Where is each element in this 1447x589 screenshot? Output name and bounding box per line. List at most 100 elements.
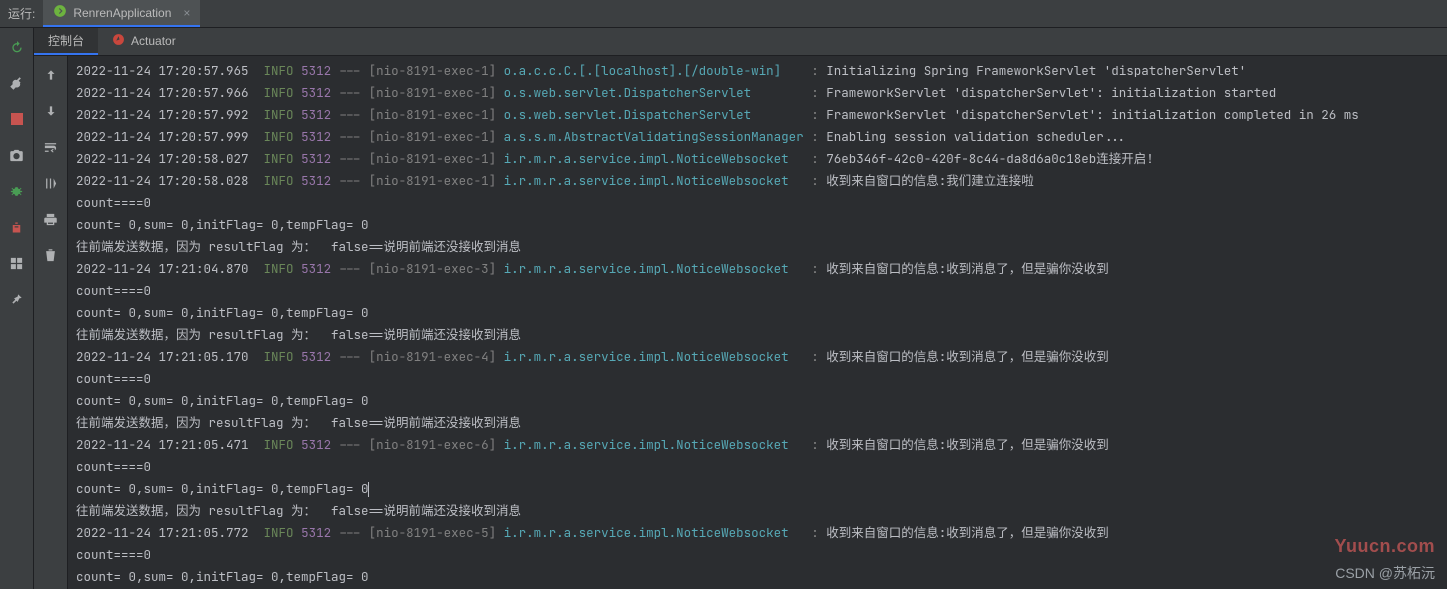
run-config-tab[interactable]: RenrenApplication × [43,0,200,27]
close-icon[interactable]: × [183,6,190,20]
clear-icon[interactable] [40,244,62,266]
log-timestamp: 2022-11-24 17:21:05.772 [76,524,249,541]
log-pid: 5312 [301,128,331,145]
log-logger: a.s.s.m.AbstractValidatingSessionManager [504,128,804,145]
log-line: 2022-11-24 17:21:05.471 INFO 5312 --- [n… [76,434,1439,456]
stdout-text: count====0 [76,370,151,387]
stdout-line: count====0 [76,544,1439,566]
tab-console-label: 控制台 [48,32,84,49]
log-timestamp: 2022-11-24 17:20:57.966 [76,84,249,101]
stop-button[interactable] [6,108,28,130]
log-message: FrameworkServlet 'dispatcherServlet': in… [826,106,1359,123]
stdout-text: count= 0,sum= 0,initFlag= 0,tempFlag= 0 [76,392,369,409]
log-separator: : [811,348,819,365]
tab-console[interactable]: 控制台 [34,28,98,55]
log-message: 收到来自窗口的信息:收到消息了，但是骗你没收到 [826,260,1109,277]
stdout-text: 往前端发送数据，因为 resultFlag 为： false==说明前端还没接收… [76,326,521,343]
log-pid: 5312 [301,172,331,189]
log-level: INFO [264,348,294,365]
log-separator: : [811,106,819,123]
log-message: 76eb346f-42c0-420f-8c44-da8d6a0c18eb连接开启… [826,150,1154,167]
console-output[interactable]: 2022-11-24 17:20:57.965 INFO 5312 --- [n… [68,56,1447,589]
stdout-text: count====0 [76,546,151,563]
print-icon[interactable] [40,208,62,230]
log-level: INFO [264,84,294,101]
pin-icon[interactable] [6,288,28,310]
log-separator: : [811,62,819,79]
stdout-line: count= 0,sum= 0,initFlag= 0,tempFlag= 0 [76,390,1439,412]
log-pid: 5312 [301,524,331,541]
stdout-text: count= 0,sum= 0,initFlag= 0,tempFlag= 0 [76,216,369,233]
spring-boot-icon [53,4,67,21]
log-pid: 5312 [301,348,331,365]
log-pid: 5312 [301,62,331,79]
log-message: 收到来自窗口的信息:我们建立连接啦 [826,172,1034,189]
log-pid: 5312 [301,150,331,167]
wrench-icon[interactable] [6,72,28,94]
down-arrow-icon[interactable] [40,100,62,122]
log-timestamp: 2022-11-24 17:20:57.965 [76,62,249,79]
log-line: 2022-11-24 17:20:58.028 INFO 5312 --- [n… [76,170,1439,192]
log-logger: o.s.web.servlet.DispatcherServlet [504,84,804,101]
camera-icon[interactable] [6,144,28,166]
stdout-line: count====0 [76,368,1439,390]
log-pid: 5312 [301,84,331,101]
exit-icon[interactable] [6,216,28,238]
stdout-line: 往前端发送数据，因为 resultFlag 为： false==说明前端还没接收… [76,324,1439,346]
log-separator: : [811,260,819,277]
log-level: INFO [264,172,294,189]
log-pid: 5312 [301,436,331,453]
log-dash: --- [339,436,362,453]
watermark-author: CSDN @苏柘沅 [1335,563,1435,583]
actuator-icon [112,33,125,49]
log-logger: i.r.m.r.a.service.impl.NoticeWebsocket [504,260,804,277]
log-dash: --- [339,150,362,167]
run-toolwindow-header: 运行: RenrenApplication × [0,0,1447,28]
stdout-line: 往前端发送数据，因为 resultFlag 为： false==说明前端还没接收… [76,412,1439,434]
log-logger: i.r.m.r.a.service.impl.NoticeWebsocket [504,524,804,541]
log-level: INFO [264,128,294,145]
log-timestamp: 2022-11-24 17:20:57.999 [76,128,249,145]
log-dash: --- [339,260,362,277]
log-separator: : [811,524,819,541]
bug-icon[interactable] [6,180,28,202]
log-separator: : [811,84,819,101]
stdout-text: count= 0,sum= 0,initFlag= 0,tempFlag= 0 [76,568,369,585]
log-dash: --- [339,84,362,101]
stdout-line: count====0 [76,456,1439,478]
layout-icon[interactable] [6,252,28,274]
stdout-text: count= 0,sum= 0,initFlag= 0,tempFlag= 0 [76,480,369,497]
stdout-line: count====0 [76,280,1439,302]
log-level: INFO [264,150,294,167]
up-arrow-icon[interactable] [40,64,62,86]
log-separator: : [811,436,819,453]
stdout-line: count= 0,sum= 0,initFlag= 0,tempFlag= 0 [76,214,1439,236]
log-line: 2022-11-24 17:21:04.870 INFO 5312 --- [n… [76,258,1439,280]
log-level: INFO [264,436,294,453]
scroll-to-end-icon[interactable] [40,172,62,194]
log-line: 2022-11-24 17:21:05.772 INFO 5312 --- [n… [76,522,1439,544]
tab-actuator-label: Actuator [131,34,176,48]
log-timestamp: 2022-11-24 17:21:04.870 [76,260,249,277]
log-message: Enabling session validation scheduler... [826,128,1126,145]
stdout-line: count= 0,sum= 0,initFlag= 0,tempFlag= 0 [76,566,1439,588]
log-line: 2022-11-24 17:21:05.170 INFO 5312 --- [n… [76,346,1439,368]
stdout-text: 往前端发送数据，因为 resultFlag 为： false==说明前端还没接收… [76,414,521,431]
log-timestamp: 2022-11-24 17:20:58.028 [76,172,249,189]
run-sub-tabs: 控制台 Actuator [34,28,1447,56]
log-logger: i.r.m.r.a.service.impl.NoticeWebsocket [504,348,804,365]
log-timestamp: 2022-11-24 17:21:05.471 [76,436,249,453]
log-separator: : [811,150,819,167]
log-line: 2022-11-24 17:20:57.966 INFO 5312 --- [n… [76,82,1439,104]
log-dash: --- [339,128,362,145]
log-timestamp: 2022-11-24 17:20:57.992 [76,106,249,123]
tab-actuator[interactable]: Actuator [98,28,190,55]
log-timestamp: 2022-11-24 17:21:05.170 [76,348,249,365]
soft-wrap-icon[interactable] [40,136,62,158]
log-message: 收到来自窗口的信息:收到消息了，但是骗你没收到 [826,436,1109,453]
log-message: Initializing Spring FrameworkServlet 'di… [826,62,1246,79]
log-separator: : [811,128,819,145]
log-thread: [nio-8191-exec-6] [369,436,497,453]
rerun-button[interactable] [6,36,28,58]
stdout-text: count====0 [76,194,151,211]
